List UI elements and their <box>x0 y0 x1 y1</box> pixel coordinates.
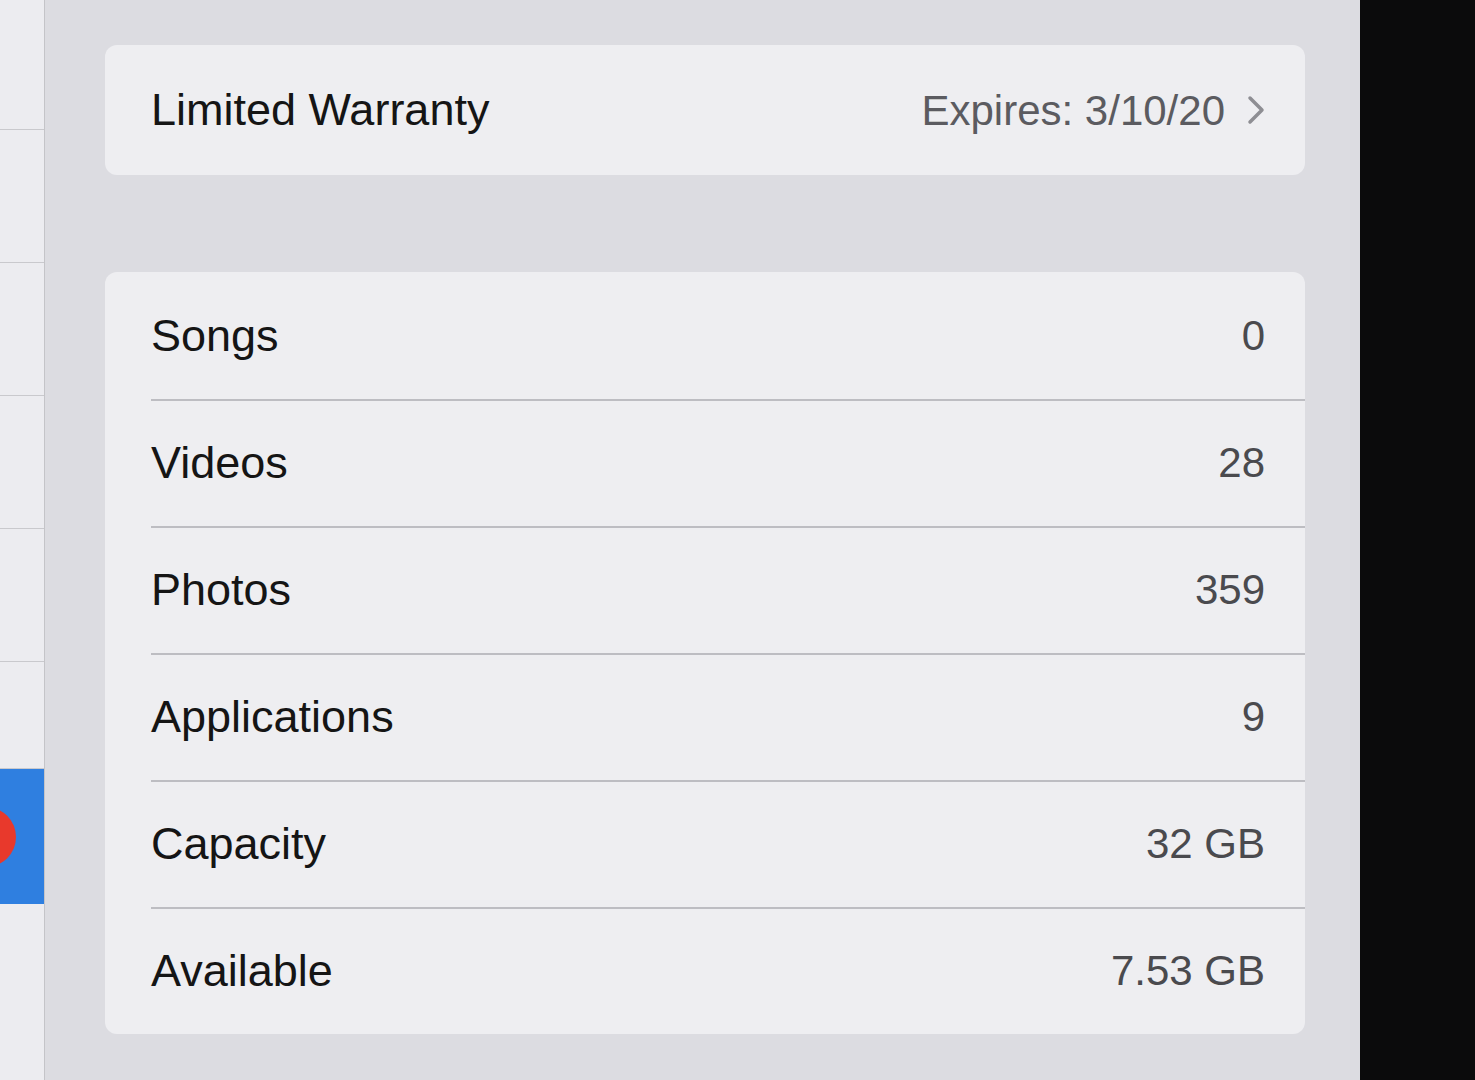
info-value: 28 <box>1218 431 1265 494</box>
about-panel: Limited Warranty Expires: 3/10/20 Songs 0 Vi… <box>45 0 1360 1080</box>
info-value: 32 GB <box>1146 812 1265 875</box>
info-row: Songs 0 <box>105 272 1305 399</box>
info-label: Videos <box>151 429 288 497</box>
sidebar-item[interactable] <box>0 396 44 529</box>
sidebar-item[interactable] <box>0 263 44 396</box>
info-label: Photos <box>151 556 291 624</box>
warranty-detail: Expires: 3/10/20 <box>921 79 1265 142</box>
warranty-row[interactable]: Limited Warranty Expires: 3/10/20 <box>105 47 1305 174</box>
info-label: Available <box>151 937 333 1005</box>
device-bezel <box>1360 0 1475 1080</box>
sidebar-item[interactable] <box>0 130 44 263</box>
info-label: Capacity <box>151 810 326 878</box>
sidebar-item[interactable] <box>0 662 44 769</box>
sidebar <box>0 0 45 1080</box>
info-row: Videos 28 <box>105 399 1305 526</box>
info-value: 359 <box>1195 558 1265 621</box>
info-value: 7.53 GB <box>1111 939 1265 1002</box>
settings-icon <box>0 807 16 867</box>
info-label: Applications <box>151 683 394 751</box>
info-list: Songs 0 Videos 28 Photos 359 Applications 9 Capa… <box>105 272 1305 1034</box>
warranty-group: Limited Warranty Expires: 3/10/20 <box>105 45 1305 175</box>
info-label: Songs <box>151 302 279 370</box>
sidebar-item[interactable] <box>0 529 44 662</box>
sidebar-selected-item[interactable] <box>0 769 44 904</box>
info-value: 9 <box>1242 685 1265 748</box>
warranty-value: Expires: 3/10/20 <box>921 79 1225 142</box>
info-row: Photos 359 <box>105 526 1305 653</box>
info-row: Available 7.53 GB <box>105 907 1305 1034</box>
info-row: Capacity 32 GB <box>105 780 1305 907</box>
sidebar-item[interactable] <box>0 0 44 130</box>
warranty-label: Limited Warranty <box>151 76 489 144</box>
chevron-right-icon <box>1247 95 1265 125</box>
info-row: Applications 9 <box>105 653 1305 780</box>
info-value: 0 <box>1242 304 1265 367</box>
screen: Limited Warranty Expires: 3/10/20 Songs 0 Vi… <box>0 0 1475 1080</box>
